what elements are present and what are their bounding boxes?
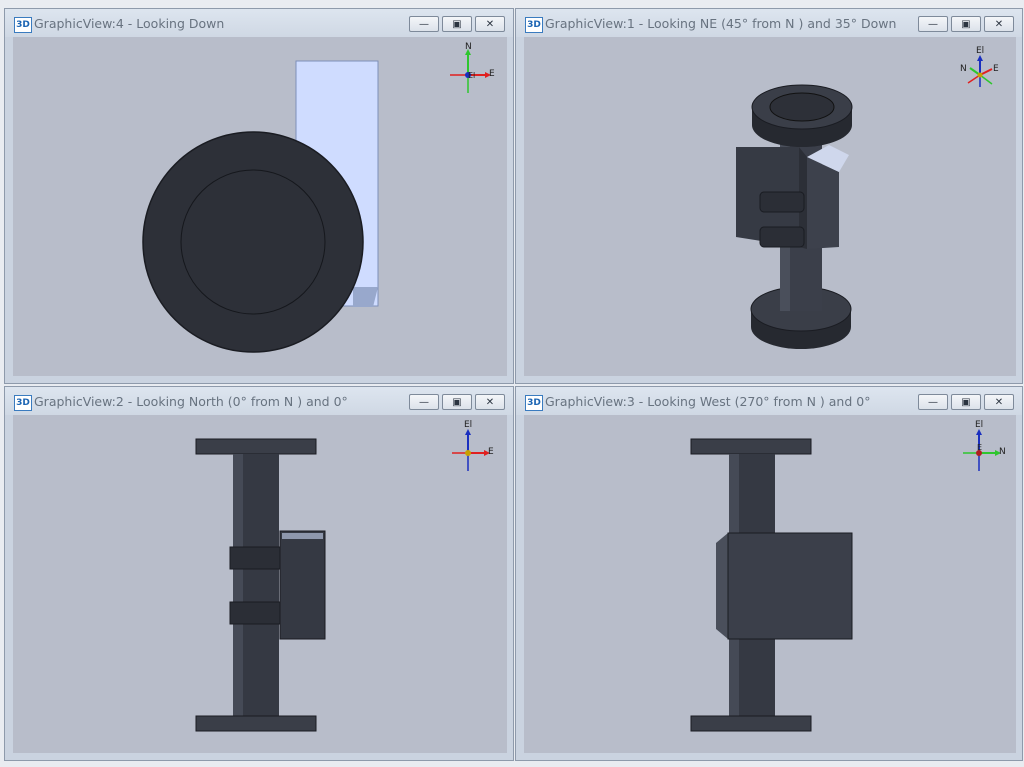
restore-button[interactable]: ▣ [951,394,981,410]
close-button[interactable]: ✕ [984,394,1014,410]
orientation-triad-icon: El E N [960,46,999,87]
orientation-triad-icon: El N E [963,420,1006,471]
title-bar[interactable]: 3D GraphicView:1 - Looking NE (45° from … [516,9,1022,37]
flowmeter-iso-view[interactable] [736,84,853,349]
title-bar[interactable]: 3D GraphicView:3 - Looking West (270° fr… [516,387,1022,415]
flowmeter-side-view[interactable] [690,438,853,732]
3d-viewport[interactable]: El N E [524,415,1016,753]
minimize-button[interactable]: — [918,394,948,410]
graphic-view-2-window[interactable]: 3D GraphicView:2 - Looking North (0° fro… [4,386,514,761]
orientation-triad-icon: El E [452,420,494,471]
triad-label-left: N [960,64,967,74]
triad-label-right: N [999,447,1006,457]
triad-label-up: El [464,420,472,430]
minimize-button[interactable]: — [409,16,439,32]
3d-view-icon: 3D [525,395,543,411]
triad-label-right: E [993,64,999,74]
minimize-button[interactable]: — [918,16,948,32]
3d-viewport[interactable]: El E N [524,37,1016,376]
flange-top-view[interactable] [142,131,364,353]
graphic-view-3-window[interactable]: 3D GraphicView:3 - Looking West (270° fr… [515,386,1023,761]
triad-label-up: El [976,46,984,56]
triad-label-right: E [488,447,494,457]
triad-label-up: El [975,420,983,430]
3d-viewport[interactable]: El E [13,415,507,753]
minimize-button[interactable]: — [409,394,439,410]
restore-button[interactable]: ▣ [442,16,472,32]
triad-label-center: El [468,71,475,80]
title-bar[interactable]: 3D GraphicView:4 - Looking Down — ▣ ✕ [5,9,513,37]
window-title: GraphicView:3 - Looking West (270° from … [545,394,871,409]
close-button[interactable]: ✕ [475,16,505,32]
3d-view-icon: 3D [525,17,543,33]
triad-label-right: E [489,69,495,79]
close-button[interactable]: ✕ [475,394,505,410]
close-button[interactable]: ✕ [984,16,1014,32]
flowmeter-front-view[interactable] [195,438,326,732]
orientation-triad-icon: N E El [450,42,495,93]
graphic-view-1-window[interactable]: 3D GraphicView:1 - Looking NE (45° from … [515,8,1023,384]
3d-viewport[interactable]: N E El [13,37,507,376]
triad-label-up: N [465,42,472,52]
3d-view-icon: 3D [14,395,32,411]
window-title: GraphicView:2 - Looking North (0° from N… [34,394,348,409]
graphic-view-4-window[interactable]: 3D GraphicView:4 - Looking Down — ▣ ✕ N … [4,8,514,384]
triad-label-center: E [977,443,982,452]
window-title: GraphicView:4 - Looking Down [34,16,225,31]
window-title: GraphicView:1 - Looking NE (45° from N )… [545,16,897,31]
restore-button[interactable]: ▣ [442,394,472,410]
3d-view-icon: 3D [14,17,32,33]
restore-button[interactable]: ▣ [951,16,981,32]
title-bar[interactable]: 3D GraphicView:2 - Looking North (0° fro… [5,387,513,415]
